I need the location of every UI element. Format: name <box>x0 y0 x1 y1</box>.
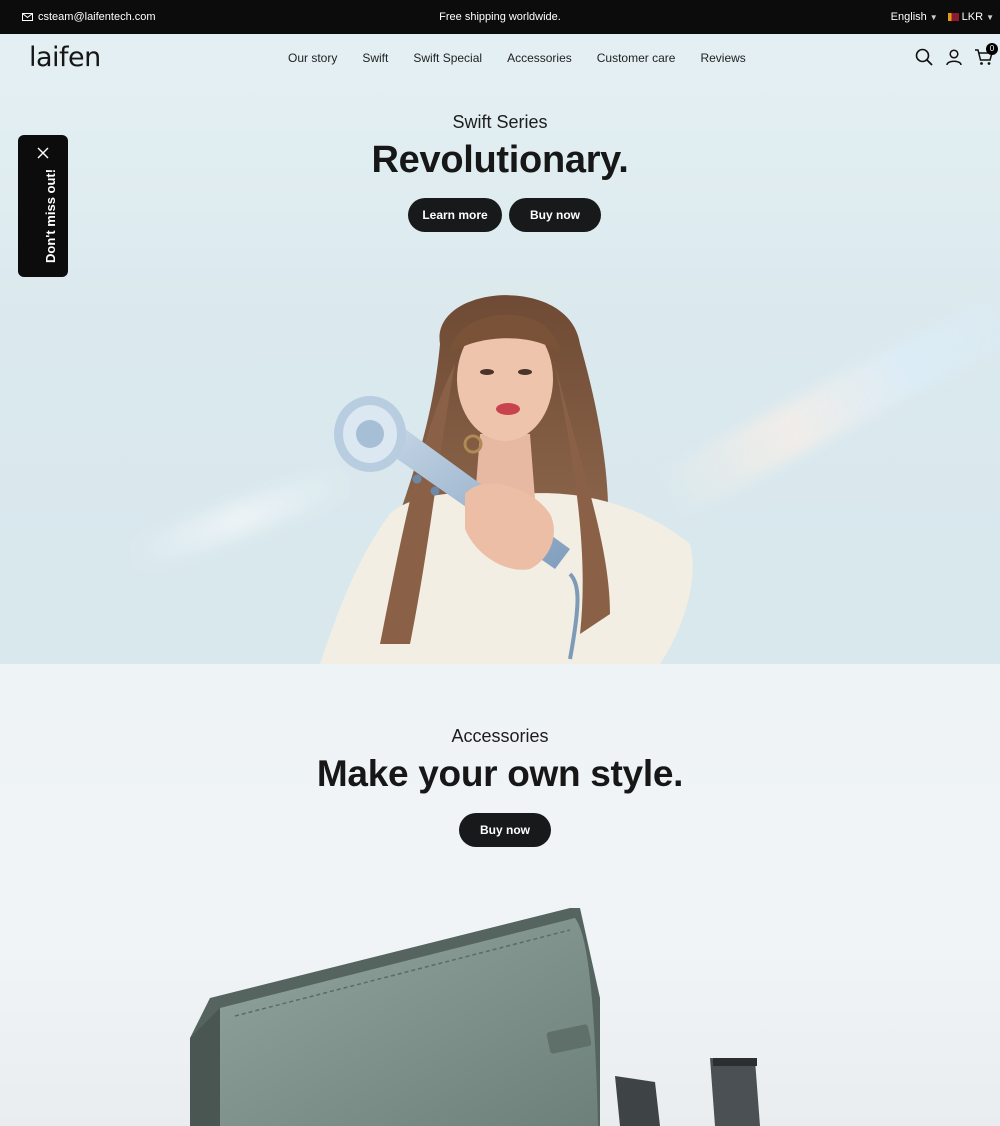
language-label: English <box>890 11 927 23</box>
currency-label: LKR <box>961 11 984 23</box>
sri-lanka-flag-icon <box>947 13 959 21</box>
hero-buy-now-button[interactable]: Buy now <box>509 198 601 232</box>
accessories-eyebrow: Accessories <box>451 726 549 746</box>
chevron-down-icon: ▼ <box>929 12 938 22</box>
nav-item-our-story[interactable]: Our story <box>288 51 337 65</box>
hero-headline: Revolutionary. <box>371 139 629 181</box>
language-selector[interactable]: English ▼ <box>891 11 938 23</box>
site-header: laifen Our story Swift Swift Special Acc… <box>0 34 1000 84</box>
accessories-bag-image <box>190 908 760 1126</box>
chevron-down-icon: ▼ <box>986 12 994 22</box>
nav-item-swift[interactable]: Swift <box>362 51 388 65</box>
accessories-section: Accessories Make your own style. Buy now <box>0 668 1000 1126</box>
currency-selector[interactable]: LKR ▼ <box>947 11 994 23</box>
announcement-bar: csteam@laifentech.com Free shipping worl… <box>0 0 1000 34</box>
nav-item-reviews[interactable]: Reviews <box>700 51 745 65</box>
learn-more-button[interactable]: Learn more <box>408 198 502 232</box>
main-nav: Our story Swift Swift Special Accessorie… <box>276 51 746 65</box>
nav-item-accessories[interactable]: Accessories <box>507 51 572 65</box>
announcement-text: Free shipping worldwide. <box>439 11 561 23</box>
nav-item-swift-special[interactable]: Swift Special <box>413 51 482 65</box>
cart-icon[interactable]: 0 <box>974 43 998 67</box>
popup-text: Don't miss out! <box>43 168 58 263</box>
accessories-headline: Make your own style. <box>316 753 684 794</box>
account-icon[interactable] <box>944 47 964 67</box>
search-icon[interactable] <box>914 47 934 67</box>
site-logo[interactable]: laifen <box>29 42 101 73</box>
dont-miss-out-popup[interactable]: Don't miss out! <box>18 135 68 277</box>
hero-model-image <box>320 295 693 664</box>
close-icon[interactable] <box>37 147 49 159</box>
accessories-buy-now-button[interactable]: Buy now <box>459 813 551 847</box>
nav-item-customer-care[interactable]: Customer care <box>597 51 676 65</box>
hero-eyebrow: Swift Series <box>452 112 548 132</box>
hero-section: Swift Series Revolutionary. Learn more B… <box>0 84 1000 664</box>
cart-count-badge: 0 <box>986 43 998 55</box>
